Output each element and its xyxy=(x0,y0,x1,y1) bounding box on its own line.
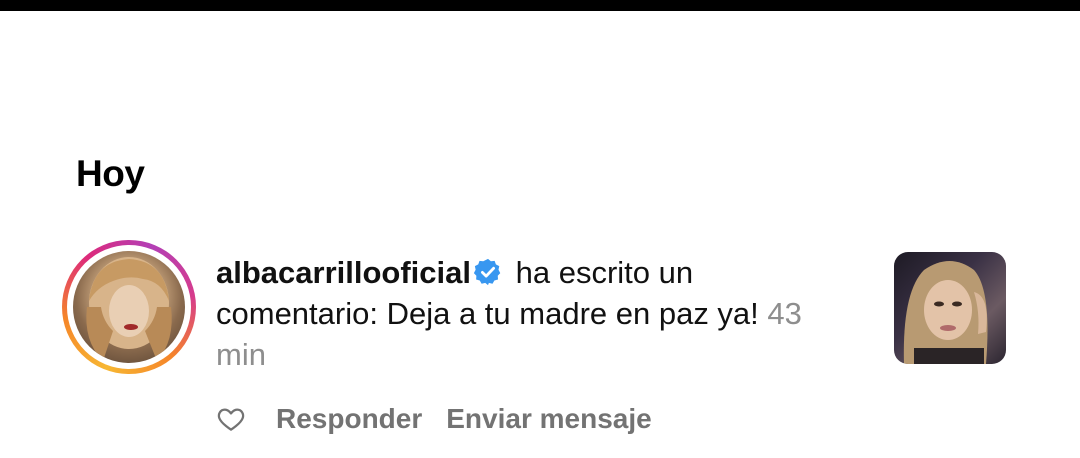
verified-badge-icon xyxy=(473,258,501,286)
notification-text[interactable]: albacarrillooficial ha escrito un coment… xyxy=(216,252,856,375)
send-message-button[interactable]: Enviar mensaje xyxy=(446,403,651,435)
status-bar xyxy=(0,0,1080,11)
notification-actions: Responder Enviar mensaje xyxy=(216,400,676,438)
avatar-story-ring[interactable] xyxy=(62,240,196,374)
heart-outline-icon[interactable] xyxy=(216,404,246,434)
notification-username[interactable]: albacarrillooficial xyxy=(216,255,471,290)
avatar-portrait-icon xyxy=(86,257,172,361)
section-title: Hoy xyxy=(76,153,145,194)
post-thumbnail[interactable] xyxy=(894,252,1006,364)
avatar[interactable] xyxy=(73,251,185,363)
thumbnail-portrait-icon xyxy=(903,261,988,364)
reply-button[interactable]: Responder xyxy=(276,403,422,435)
